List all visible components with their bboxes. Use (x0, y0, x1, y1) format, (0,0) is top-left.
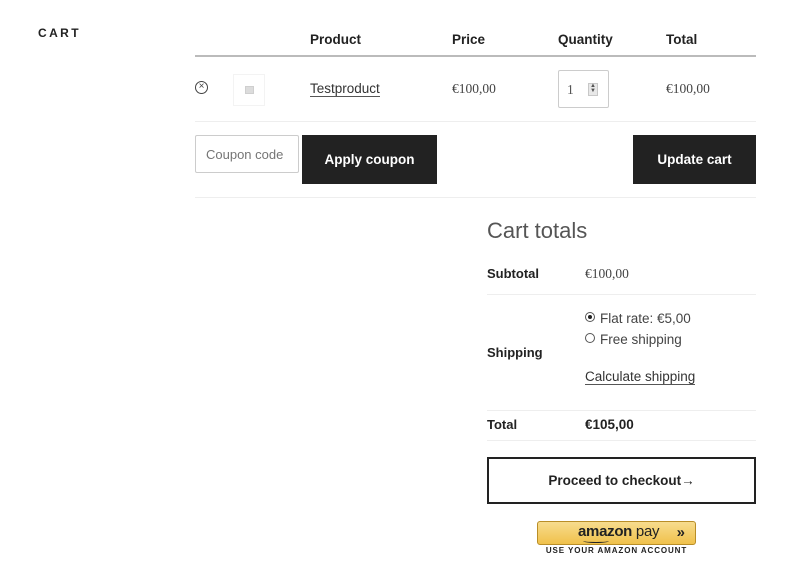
proceed-to-checkout-button[interactable]: Proceed to checkout→ (487, 457, 756, 504)
image-placeholder-icon (245, 86, 254, 94)
shipping-option-free[interactable]: Free shipping (585, 332, 682, 347)
coupon-code-input[interactable] (195, 135, 299, 173)
amazon-smile-icon (583, 539, 609, 543)
total-label: Total (487, 417, 518, 432)
spinner-arrows-icon[interactable]: ▲ ▼ (588, 83, 598, 96)
shipping-option-label: Flat rate: €5,00 (600, 311, 691, 326)
subtotal-label: Subtotal (487, 266, 539, 281)
page-title: CART (38, 26, 81, 40)
radio-checked-icon[interactable] (585, 312, 595, 323)
amazon-pay-caption: USE YOUR AMAZON ACCOUNT (545, 546, 688, 555)
remove-item-icon[interactable]: × (195, 81, 208, 94)
amazon-pay-logo: amazon pay (578, 523, 660, 540)
double-chevron-right-icon: » (676, 524, 685, 541)
subtotal-value: €100,00 (585, 266, 629, 281)
shipping-option-flat-rate[interactable]: Flat rate: €5,00 (585, 311, 691, 326)
cart-totals-title: Cart totals (487, 218, 588, 243)
column-header-quantity: Quantity (558, 32, 613, 47)
amazon-pay-button[interactable]: amazon pay » (537, 521, 696, 545)
shipping-row: Shipping Flat rate: €5,00 Free shipping … (487, 295, 756, 411)
quantity-value[interactable]: 1 (567, 82, 574, 98)
column-header-total: Total (666, 32, 698, 47)
order-total-row: Total €105,00 (487, 411, 756, 441)
shipping-label: Shipping (487, 345, 543, 360)
quantity-stepper[interactable]: 1 ▲ ▼ (558, 70, 609, 108)
cart-table-header: Product Price Quantity Total (195, 26, 756, 57)
product-thumbnail[interactable] (233, 74, 265, 106)
column-header-product: Product (310, 32, 362, 47)
amazon-logo-text: amazon (578, 523, 633, 540)
column-header-price: Price (452, 32, 486, 47)
update-cart-button[interactable]: Update cart (633, 135, 756, 184)
cart-table: Product Price Quantity Total × Testprodu… (195, 26, 756, 122)
pay-logo-text: pay (632, 523, 660, 540)
shipping-option-label: Free shipping (600, 332, 682, 347)
subtotal-row: Subtotal €100,00 (487, 258, 756, 295)
product-name-link[interactable]: Testproduct (310, 81, 380, 97)
calculate-shipping-link[interactable]: Calculate shipping (585, 369, 696, 385)
product-price: €100,00 (452, 81, 496, 96)
cart-totals: Cart totals Subtotal €100,00 Shipping Fl… (487, 218, 756, 441)
radio-unchecked-icon[interactable] (585, 333, 595, 344)
cart-actions: Apply coupon Update cart (195, 122, 756, 198)
apply-coupon-button[interactable]: Apply coupon (302, 135, 437, 184)
product-subtotal: €100,00 (666, 81, 710, 96)
table-row: × Testproduct €100,00 €100,00 (195, 57, 756, 122)
total-value: €105,00 (585, 417, 634, 432)
